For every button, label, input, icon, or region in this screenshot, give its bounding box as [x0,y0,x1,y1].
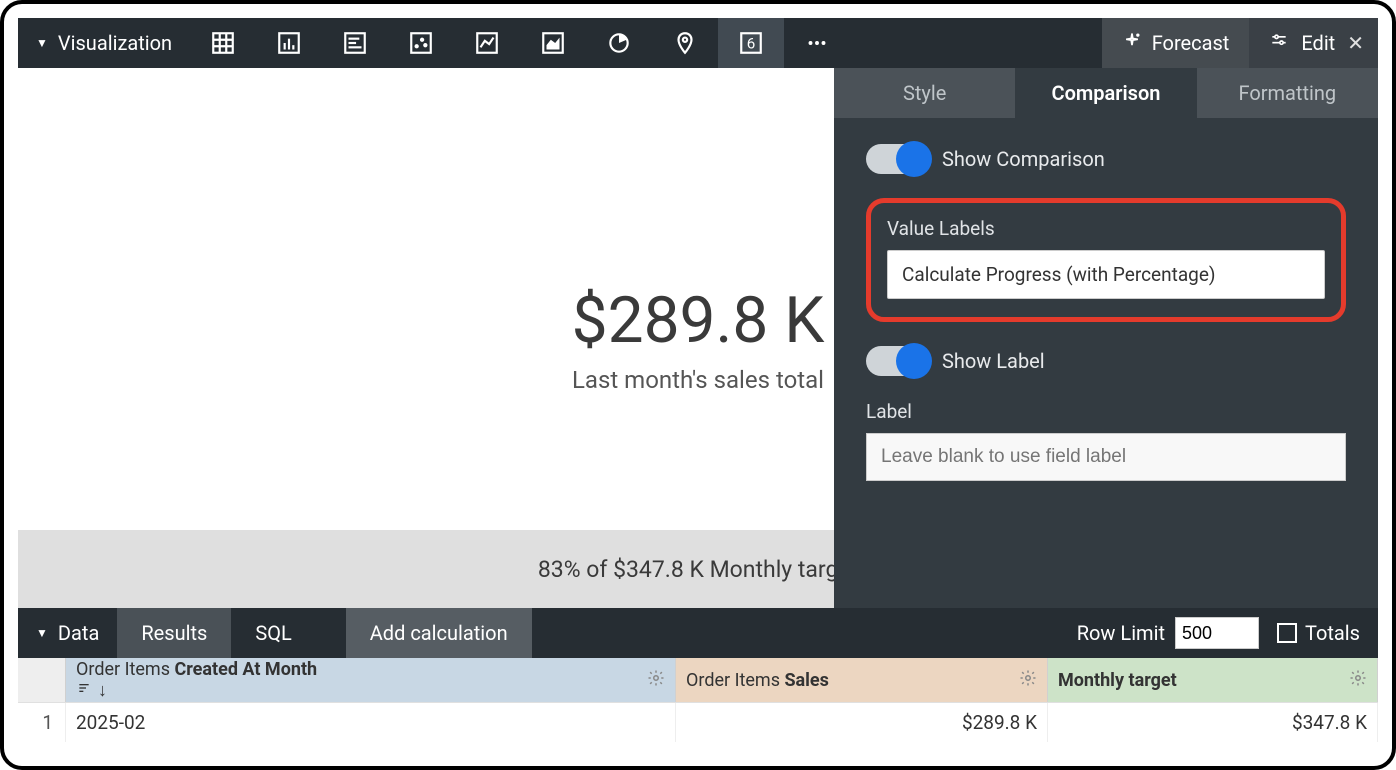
column-chart-icon[interactable] [256,18,322,68]
label-input[interactable] [866,433,1346,481]
data-label: Data [58,621,99,645]
edit-panel-tabs: Style Comparison Formatting [834,68,1378,118]
single-value-icon[interactable]: 6 [718,18,784,68]
sparkle-icon [1122,31,1142,56]
edit-toggle[interactable]: Edit ✕ [1249,18,1378,68]
tab-style[interactable]: Style [834,68,1015,118]
sort-group-icon [76,680,92,701]
pie-chart-icon[interactable] [586,18,652,68]
edit-panel: Style Comparison Formatting Show Compari… [834,68,1378,608]
forecast-label: Forecast [1152,31,1230,55]
value-labels-highlight: Value Labels Calculate Progress (with Pe… [866,198,1346,322]
sql-tab[interactable]: SQL [231,608,315,658]
single-value-subtitle: Last month's sales total [572,366,824,394]
close-icon[interactable]: ✕ [1347,31,1364,55]
cell-created-at: 2025-02 [66,703,676,742]
more-viz-icon[interactable] [784,18,850,68]
edit-label: Edit [1301,31,1335,55]
show-label-toggle[interactable] [866,346,930,376]
gear-icon[interactable] [647,669,665,692]
cell-sales: $289.8 K [676,703,1048,742]
table-header-row: Order Items Created At Month ↓ Order Ite… [18,658,1378,702]
sort-down-icon: ↓ [98,680,107,701]
label-section-label: Label [866,400,1346,423]
row-limit-input[interactable] [1175,617,1259,649]
data-table: Order Items Created At Month ↓ Order Ite… [18,658,1378,742]
visualization-label: Visualization [58,31,172,55]
bar-chart-icon[interactable] [322,18,388,68]
show-label-label: Show Label [942,349,1045,373]
row-number: 1 [18,703,66,742]
scatter-chart-icon[interactable] [388,18,454,68]
area-chart-icon[interactable] [520,18,586,68]
chevron-down-icon: ▼ [36,626,48,640]
totals-checkbox[interactable] [1277,623,1297,643]
visualization-toggle[interactable]: ▼ Visualization [18,18,190,68]
visualization-toolbar: ▼ Visualization [18,18,1378,68]
tab-formatting[interactable]: Formatting [1197,68,1378,118]
totals-label: Totals [1305,621,1360,645]
map-chart-icon[interactable] [652,18,718,68]
gear-icon[interactable] [1349,669,1367,692]
row-number-header [18,658,66,702]
data-toolbar: ▼ Data Results SQL Add calculation Row L… [18,608,1378,658]
main-area: $289.8 K Last month's sales total 83% of… [18,68,1378,608]
value-labels-select[interactable]: Calculate Progress (with Percentage) [887,250,1325,299]
table-chart-icon[interactable] [190,18,256,68]
results-tab[interactable]: Results [117,608,231,658]
forecast-button[interactable]: Forecast [1102,18,1250,68]
column-header-sales[interactable]: Order Items Sales [676,658,1048,702]
gear-icon[interactable] [1019,669,1037,692]
show-comparison-toggle[interactable] [866,144,930,174]
column-header-monthly-target[interactable]: Monthly target [1048,658,1378,702]
sliders-icon [1269,31,1289,56]
table-row: 1 2025-02 $289.8 K $347.8 K [18,702,1378,742]
line-chart-icon[interactable] [454,18,520,68]
visualization-type-icons: 6 [190,18,850,68]
single-value-display: $289.8 K [572,283,825,358]
data-toggle[interactable]: ▼ Data [18,608,117,658]
show-comparison-label: Show Comparison [942,147,1105,171]
add-calculation-button[interactable]: Add calculation [346,608,532,658]
chevron-down-icon: ▼ [36,36,48,50]
value-labels-label: Value Labels [887,217,1325,240]
column-header-created-at[interactable]: Order Items Created At Month ↓ [66,658,676,702]
row-limit-label: Row Limit [1077,621,1165,645]
cell-monthly-target: $347.8 K [1048,703,1378,742]
tab-comparison[interactable]: Comparison [1015,68,1196,118]
svg-text:6: 6 [747,34,756,52]
